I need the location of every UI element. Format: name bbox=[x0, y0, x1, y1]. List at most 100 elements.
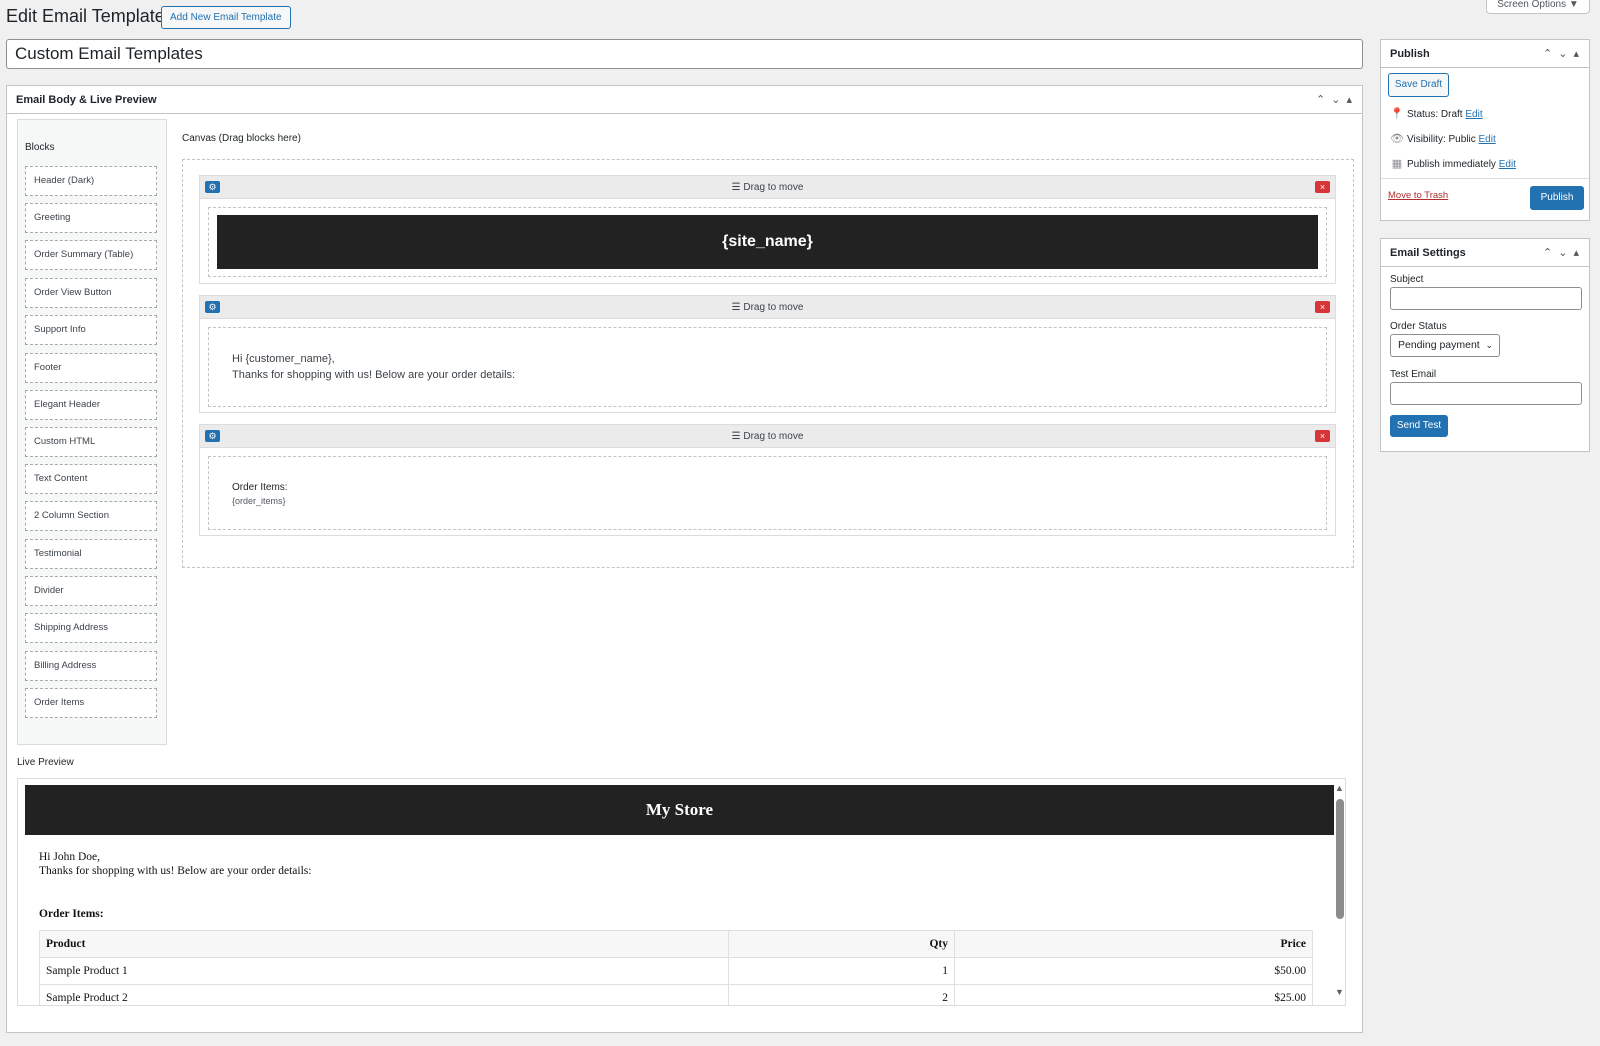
items-title: Order Items: bbox=[232, 482, 288, 493]
block-item[interactable]: Order View Button bbox=[25, 278, 157, 308]
block-item[interactable]: Order Items bbox=[25, 688, 157, 718]
blocks-panel: Blocks Header (Dark) Greeting Order Summ… bbox=[17, 119, 167, 745]
drag-label: ☰ Drag to move bbox=[731, 182, 804, 193]
table-row: Sample Product 1 1 $50.00 bbox=[39, 957, 1313, 985]
email-settings-postbox: Email Settings ⌃⌄▴ Subject Order Status … bbox=[1380, 238, 1590, 452]
table-cell-price: $50.00 bbox=[954, 957, 1313, 985]
block-item[interactable]: Footer bbox=[25, 353, 157, 383]
calendar-icon: ▦ bbox=[1391, 158, 1403, 170]
edit-publish-time-link[interactable]: Edit bbox=[1499, 159, 1516, 170]
preview-greeting-line-2: Thanks for shopping with us! Below are y… bbox=[39, 865, 312, 877]
block-item[interactable]: Custom HTML bbox=[25, 427, 157, 457]
block-item[interactable]: 2 Column Section bbox=[25, 501, 157, 531]
gear-icon[interactable]: ⚙ bbox=[205, 301, 220, 313]
publish-time-label: Publish immediately bbox=[1407, 159, 1496, 170]
move-down-icon[interactable]: ⌄ bbox=[1558, 247, 1573, 259]
order-status-value: Pending payment bbox=[1398, 339, 1480, 351]
live-preview-frame[interactable]: My Store Hi John Doe, Thanks for shoppin… bbox=[17, 778, 1346, 1006]
test-email-input[interactable] bbox=[1390, 382, 1582, 405]
edit-visibility-link[interactable]: Edit bbox=[1479, 134, 1496, 145]
save-draft-button[interactable]: Save Draft bbox=[1388, 73, 1449, 97]
table-cell-qty: 2 bbox=[728, 984, 955, 1005]
postbox-title: Publish bbox=[1390, 48, 1430, 60]
block-item[interactable]: Support Info bbox=[25, 315, 157, 345]
move-down-icon[interactable]: ⌄ bbox=[1331, 94, 1346, 106]
postbox-controls: ⌃⌄▴ bbox=[1316, 86, 1358, 114]
subject-input[interactable] bbox=[1390, 287, 1582, 310]
close-icon[interactable]: × bbox=[1315, 181, 1330, 193]
edit-status-link[interactable]: Edit bbox=[1465, 109, 1482, 120]
block-item[interactable]: Divider bbox=[25, 576, 157, 606]
table-cell-product: Sample Product 1 bbox=[39, 957, 729, 985]
scroll-down-icon[interactable]: ▼ bbox=[1335, 987, 1344, 997]
status-label: Status: Draft bbox=[1407, 109, 1463, 120]
drag-handle[interactable]: ⚙ ☰ Drag to move × bbox=[200, 176, 1335, 199]
drag-label: ☰ Drag to move bbox=[731, 302, 804, 313]
block-item[interactable]: Billing Address bbox=[25, 651, 157, 681]
move-up-icon[interactable]: ⌃ bbox=[1543, 247, 1558, 259]
page-title: Edit Email Template bbox=[6, 6, 165, 26]
visibility-row: 👁 Visibility: Public Edit bbox=[1390, 132, 1496, 145]
add-new-template-button[interactable]: Add New Email Template bbox=[161, 6, 291, 29]
preview-scrollbar[interactable]: ▲ ▼ bbox=[1333, 779, 1345, 1005]
chevron-down-icon: ⌄ bbox=[1485, 340, 1493, 350]
block-body: {site_name} bbox=[208, 207, 1327, 277]
block-item[interactable]: Testimonial bbox=[25, 539, 157, 569]
preview-greeting-line-1: Hi John Doe, bbox=[39, 851, 101, 863]
scroll-up-icon[interactable]: ▲ bbox=[1335, 783, 1344, 793]
gear-icon[interactable]: ⚙ bbox=[205, 430, 220, 442]
move-to-trash-link[interactable]: Move to Trash bbox=[1388, 190, 1448, 201]
preview-items-title: Order Items: bbox=[39, 908, 104, 920]
eye-icon: 👁 bbox=[1390, 133, 1404, 145]
collapse-icon[interactable]: ▴ bbox=[1573, 247, 1585, 259]
table-header-qty: Qty bbox=[728, 930, 955, 958]
block-item[interactable]: Text Content bbox=[25, 464, 157, 494]
blocks-title: Blocks bbox=[25, 142, 55, 153]
greeting-line-2: Thanks for shopping with us! Below are y… bbox=[232, 369, 516, 381]
block-item[interactable]: Elegant Header bbox=[25, 390, 157, 420]
preview-store-header: My Store bbox=[25, 785, 1334, 835]
gear-icon[interactable]: ⚙ bbox=[205, 181, 220, 193]
table-header-row: Product Qty Price bbox=[39, 930, 1313, 958]
table-cell-product: Sample Product 2 bbox=[39, 984, 729, 1005]
canvas-block-order-items: ⚙ ☰ Drag to move × Order Items: {order_i… bbox=[199, 424, 1336, 536]
canvas-block-greeting: ⚙ ☰ Drag to move × Hi {customer_name}, T… bbox=[199, 295, 1336, 413]
block-item[interactable]: Header (Dark) bbox=[25, 166, 157, 196]
postbox-title: Email Body & Live Preview bbox=[16, 94, 157, 106]
divider bbox=[1381, 178, 1589, 179]
close-icon[interactable]: × bbox=[1315, 301, 1330, 313]
postbox-controls: ⌃⌄▴ bbox=[1543, 239, 1585, 267]
block-item[interactable]: Greeting bbox=[25, 203, 157, 233]
test-email-label: Test Email bbox=[1390, 369, 1437, 380]
canvas-dropzone[interactable]: ⚙ ☰ Drag to move × {site_name} ⚙ ☰ Drag … bbox=[182, 159, 1354, 568]
live-preview-label: Live Preview bbox=[17, 757, 74, 768]
move-up-icon[interactable]: ⌃ bbox=[1316, 94, 1331, 106]
close-icon[interactable]: × bbox=[1315, 430, 1330, 442]
move-up-icon[interactable]: ⌃ bbox=[1543, 48, 1558, 60]
canvas-block-header: ⚙ ☰ Drag to move × {site_name} bbox=[199, 175, 1336, 284]
order-status-select[interactable]: Pending payment ⌄ bbox=[1390, 334, 1500, 357]
table-header-product: Product bbox=[39, 930, 729, 958]
drag-handle[interactable]: ⚙ ☰ Drag to move × bbox=[200, 425, 1335, 448]
scrollbar-thumb[interactable] bbox=[1336, 799, 1344, 919]
collapse-icon[interactable]: ▴ bbox=[1573, 48, 1585, 60]
block-item[interactable]: Shipping Address bbox=[25, 613, 157, 643]
post-title-input[interactable]: Custom Email Templates bbox=[6, 39, 1363, 69]
block-item[interactable]: Order Summary (Table) bbox=[25, 240, 157, 270]
send-test-button[interactable]: Send Test bbox=[1390, 415, 1448, 437]
screen-options-button[interactable]: Screen Options ▼ bbox=[1486, 0, 1590, 14]
table-header-price: Price bbox=[954, 930, 1313, 958]
block-body: Hi {customer_name}, Thanks for shopping … bbox=[208, 327, 1327, 407]
postbox-controls: ⌃⌄▴ bbox=[1543, 40, 1585, 68]
drag-handle[interactable]: ⚙ ☰ Drag to move × bbox=[200, 296, 1335, 319]
move-down-icon[interactable]: ⌄ bbox=[1558, 48, 1573, 60]
publish-postbox: Publish ⌃⌄▴ Save Draft 📍 Status: Draft Ed… bbox=[1380, 39, 1590, 221]
postbox-header: Email Settings ⌃⌄▴ bbox=[1381, 239, 1589, 267]
order-status-label: Order Status bbox=[1390, 321, 1447, 332]
subject-label: Subject bbox=[1390, 274, 1424, 285]
publish-button[interactable]: Publish bbox=[1530, 186, 1584, 210]
drag-label: ☰ Drag to move bbox=[731, 431, 804, 442]
collapse-icon[interactable]: ▴ bbox=[1346, 94, 1358, 106]
publish-time-row: ▦ Publish immediately Edit bbox=[1390, 157, 1516, 170]
header-preview: {site_name} bbox=[217, 215, 1318, 269]
